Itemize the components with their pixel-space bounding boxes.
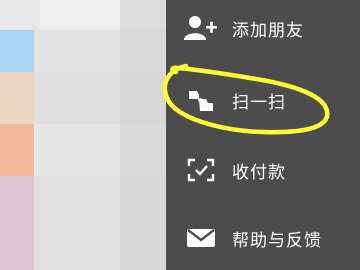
menu-item-label: 添加朋友: [232, 20, 304, 41]
background-tile: [0, 72, 34, 124]
screen: 添加朋友 扫一扫 收付款 帮助与反馈: [0, 0, 360, 270]
mail-icon: [184, 224, 218, 252]
menu-item-scan[interactable]: 扫一扫: [166, 76, 360, 124]
background-tile: [0, 30, 34, 72]
menu-item-label: 扫一扫: [232, 92, 286, 113]
background-tile: [0, 176, 34, 270]
background-tile: [0, 0, 40, 30]
menu-item-label: 帮助与反馈: [232, 230, 322, 251]
payment-scan-icon: [184, 156, 218, 184]
dropdown-menu: 添加朋友 扫一扫 收付款 帮助与反馈: [166, 0, 360, 270]
background-tile: [0, 124, 34, 176]
background-tile: [120, 0, 166, 270]
menu-item-payment[interactable]: 收付款: [166, 146, 360, 194]
add-friend-icon: [184, 14, 218, 42]
scan-icon: [184, 86, 218, 114]
menu-item-help-feedback[interactable]: 帮助与反馈: [166, 214, 360, 262]
menu-item-label: 收付款: [232, 162, 286, 183]
menu-item-add-friend[interactable]: 添加朋友: [166, 4, 360, 52]
